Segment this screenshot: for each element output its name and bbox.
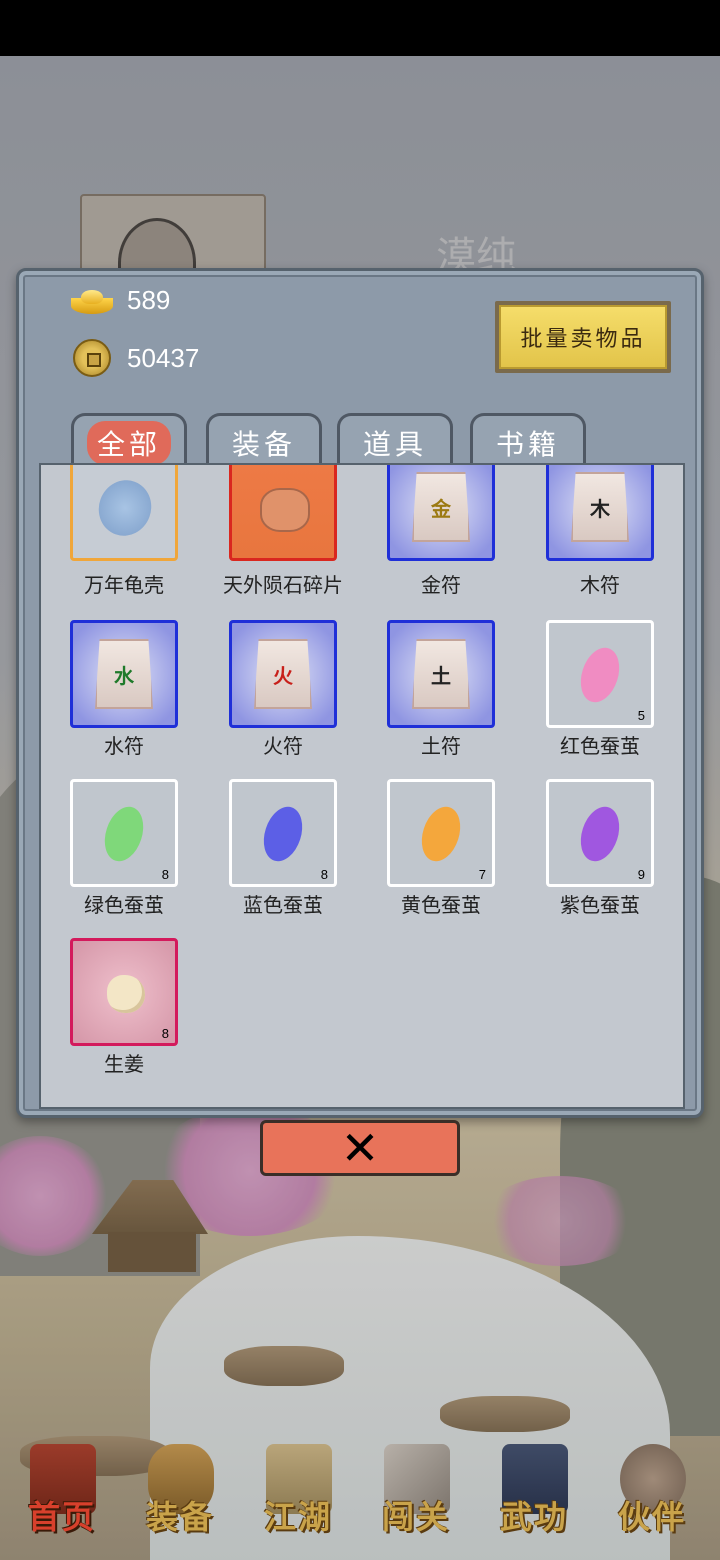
item-slot[interactable]: 木 [546, 465, 654, 561]
item-slot[interactable]: 火 [229, 620, 337, 728]
tab-books[interactable]: 书籍 [470, 413, 586, 469]
bulk-sell-label: 批量卖物品 [499, 305, 667, 369]
talisman-icon: 火 [254, 639, 312, 709]
item-slot[interactable]: 8 [70, 779, 178, 887]
tab-all-label: 全部 [86, 420, 171, 465]
item-slot[interactable] [229, 465, 337, 561]
nav-jianghu-label: 江湖 [263, 1498, 332, 1536]
meteorite-fragment-icon [260, 488, 310, 532]
nav-home[interactable]: 首页 [6, 1436, 118, 1560]
item-name: 红色蚕茧 [560, 734, 640, 758]
item-slot[interactable]: 8 [229, 779, 337, 887]
gold-ingot-icon [69, 286, 115, 316]
item-slot[interactable]: 5 [546, 620, 654, 728]
item-slot[interactable]: 9 [546, 779, 654, 887]
gold-display: 589 [69, 285, 170, 316]
nav-equipment-label: 装备 [145, 1498, 214, 1536]
tab-all[interactable]: 全部 [71, 413, 187, 469]
item-slot[interactable]: 水 [70, 620, 178, 728]
item-count: 8 [320, 867, 328, 882]
tab-items-label: 道具 [362, 427, 427, 461]
item-slot[interactable]: 7 [387, 779, 495, 887]
close-icon: ✕ [340, 1121, 380, 1175]
cocoon-icon [574, 642, 626, 708]
cocoon-icon [98, 801, 150, 867]
item-grid[interactable]: 万年龟壳 天外陨石碎片 金 金符 木 木符 水 水符 火 火符 土 土符 5 红… [39, 463, 685, 1109]
item-slot[interactable]: 土 [387, 620, 495, 728]
item-slot[interactable]: 金 [387, 465, 495, 561]
nav-home-label: 首页 [27, 1498, 96, 1536]
item-slot[interactable] [70, 465, 178, 561]
coin-display: 50437 [69, 339, 199, 377]
turtle-shell-icon [90, 472, 160, 544]
nav-jianghu[interactable]: 江湖 [242, 1436, 354, 1560]
coin-amount: 50437 [127, 342, 200, 373]
cocoon-icon [574, 801, 626, 867]
item-name: 万年龟壳 [84, 573, 164, 597]
close-button[interactable]: ✕ [260, 1120, 460, 1176]
gold-amount: 589 [127, 285, 171, 315]
item-name: 火符 [263, 734, 303, 758]
tab-books-label: 书籍 [495, 427, 560, 461]
talisman-icon: 土 [412, 639, 470, 709]
item-name: 黄色蚕茧 [401, 893, 481, 917]
item-name: 紫色蚕茧 [560, 893, 640, 917]
nav-companions-label: 伙伴 [617, 1498, 686, 1536]
talisman-icon: 木 [571, 472, 629, 542]
item-name: 土符 [421, 734, 461, 758]
nav-companions[interactable]: 伙伴 [596, 1436, 708, 1560]
item-slot[interactable]: 8 [70, 938, 178, 1046]
tab-equipment[interactable]: 装备 [206, 413, 322, 469]
talisman-icon: 水 [95, 639, 153, 709]
copper-coin-icon [73, 339, 111, 377]
nav-martial-arts[interactable]: 武功 [478, 1436, 590, 1560]
nav-challenge-label: 闯关 [381, 1498, 450, 1536]
item-count: 8 [161, 867, 169, 882]
tab-equipment-label: 装备 [231, 427, 296, 461]
ginger-icon [107, 975, 145, 1013]
status-bar [0, 0, 720, 56]
bulk-sell-button[interactable]: 批量卖物品 [495, 301, 671, 373]
talisman-icon: 金 [412, 472, 470, 542]
item-count: 5 [637, 708, 645, 723]
nav-martial-arts-label: 武功 [499, 1498, 568, 1536]
cocoon-icon [415, 801, 467, 867]
item-name: 绿色蚕茧 [84, 893, 164, 917]
inventory-panel: 589 50437 批量卖物品 全部 装备 道具 书籍 万年龟壳 天外陨石碎片 … [16, 268, 704, 1118]
cocoon-icon [257, 801, 309, 867]
item-name: 蓝色蚕茧 [243, 893, 323, 917]
item-count: 7 [478, 867, 486, 882]
bottom-navigation: 首页 装备 江湖 闯关 武功 伙伴 [0, 1436, 720, 1560]
item-count: 8 [161, 1026, 169, 1041]
nav-equipment[interactable]: 装备 [124, 1436, 236, 1560]
nav-challenge[interactable]: 闯关 [360, 1436, 472, 1560]
item-count: 9 [637, 867, 645, 882]
tab-items[interactable]: 道具 [337, 413, 453, 469]
item-name: 水符 [104, 734, 144, 758]
item-name: 生姜 [104, 1052, 144, 1076]
item-name: 木符 [580, 573, 620, 597]
item-name: 金符 [421, 573, 461, 597]
item-name: 天外陨石碎片 [223, 573, 343, 597]
